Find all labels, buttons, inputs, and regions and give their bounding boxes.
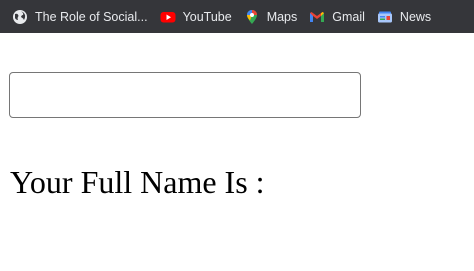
news-icon (377, 9, 393, 25)
bookmarks-bar: The Role of Social... YouTube Maps Gmail… (0, 0, 474, 33)
bookmark-label: Gmail (332, 9, 365, 24)
bookmark-role-of-social[interactable]: The Role of Social... (0, 0, 154, 33)
bookmark-gmail[interactable]: Gmail (303, 0, 371, 33)
bookmark-maps[interactable]: Maps (238, 0, 304, 33)
bookmark-label: Maps (266, 9, 298, 24)
bookmark-label: YouTube (182, 9, 232, 24)
maps-pin-icon (244, 9, 260, 25)
full-name-input[interactable] (9, 72, 361, 118)
bookmark-youtube[interactable]: YouTube (154, 0, 238, 33)
gmail-icon (309, 9, 325, 25)
bookmark-news[interactable]: News (371, 0, 437, 33)
full-name-result-label: Your Full Name Is : (10, 164, 265, 200)
youtube-icon (160, 9, 176, 25)
bookmark-label: News (399, 9, 432, 24)
bookmark-label: The Role of Social... (35, 9, 148, 24)
globe-icon (12, 9, 28, 25)
